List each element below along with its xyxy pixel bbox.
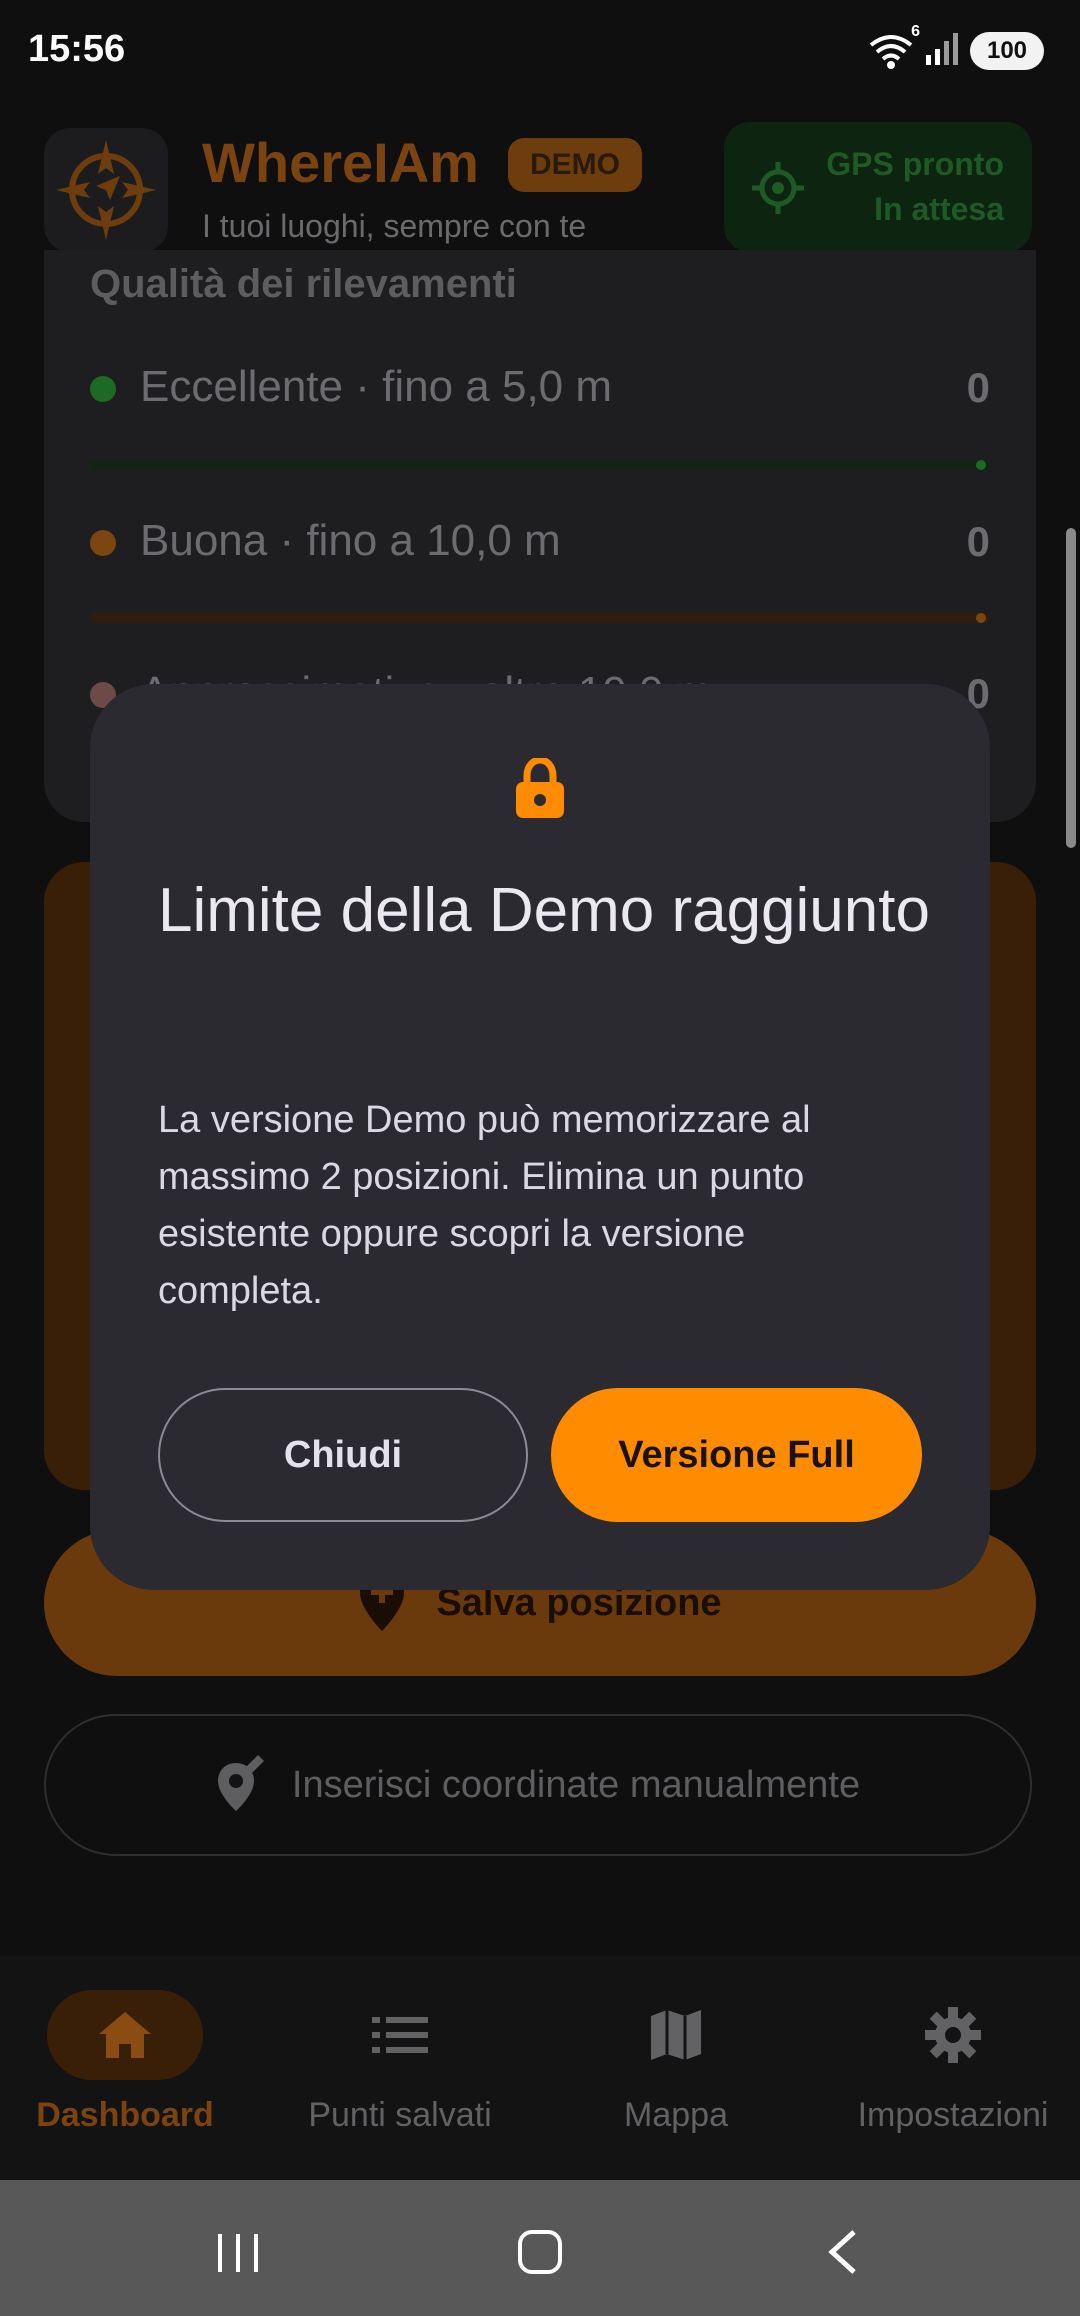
dialog-title: Limite della Demo raggiunto — [158, 876, 930, 945]
close-button[interactable]: Chiudi — [158, 1388, 528, 1522]
home-button-icon[interactable] — [516, 2228, 564, 2281]
full-version-button[interactable]: Versione Full — [551, 1388, 922, 1522]
back-icon[interactable] — [824, 2228, 860, 2281]
dialog-body: La versione Demo può memorizzare al mass… — [158, 1099, 811, 1312]
lock-icon — [513, 756, 567, 825]
recent-apps-icon[interactable] — [214, 2232, 262, 2279]
